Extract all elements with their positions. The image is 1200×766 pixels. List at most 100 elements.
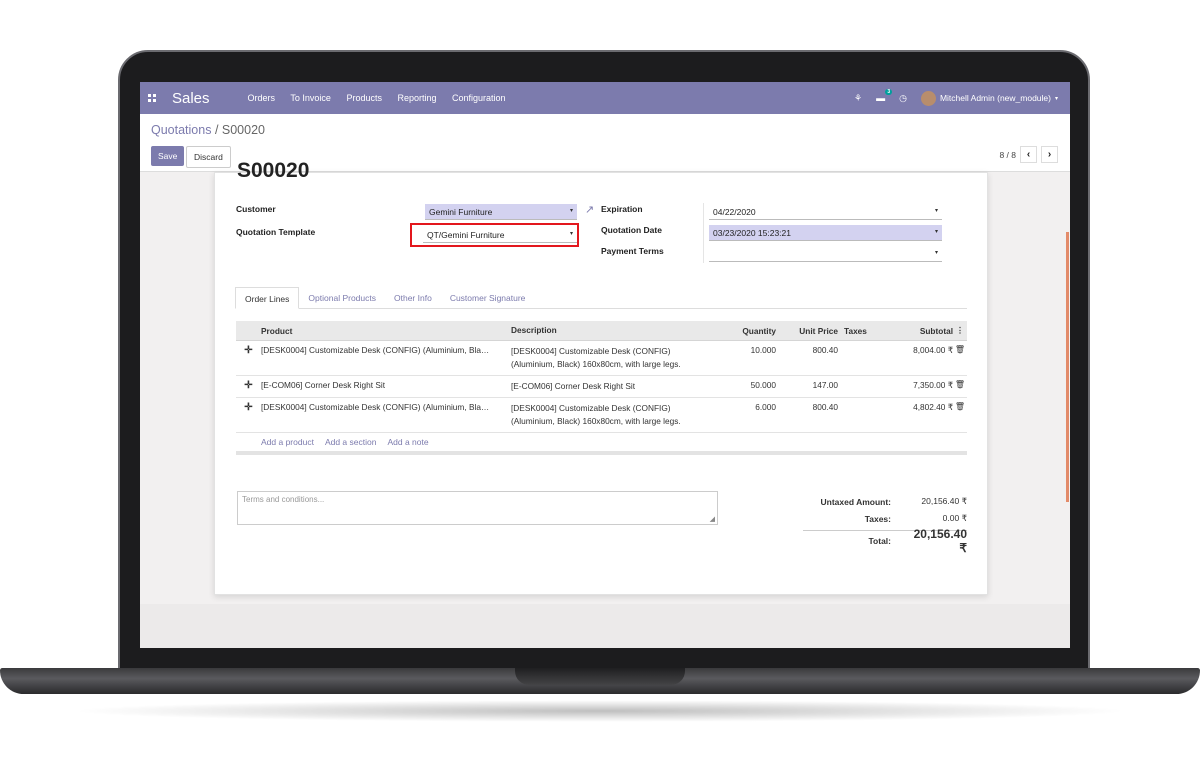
payment-terms-label: Payment Terms [601,246,664,256]
breadcrumb: Quotations / S00020 [151,123,265,137]
laptop-shadow [70,700,1130,722]
row-quantity[interactable]: 50.000 [701,376,776,397]
discard-button[interactable]: Discard [186,146,231,168]
trash-icon[interactable]: 🗑 [953,398,967,432]
main-menu: Orders To Invoice Products Reporting Con… [248,93,519,103]
bug-icon[interactable]: ⚘ [854,93,862,104]
header-product[interactable]: Product [261,326,511,336]
user-name: Mitchell Admin (new_module) [939,93,1051,103]
table-row[interactable]: ✛ [DESK0004] Customizable Desk (CONFIG) … [236,341,967,376]
row-subtotal: 4,802.40 ₹ [913,402,953,412]
untaxed-value: 20,156.40 ₹ [921,496,967,506]
row-taxes[interactable] [838,398,883,432]
quotation-date-field[interactable]: 03/23/2020 15:23:21 ▾ [709,225,942,241]
drag-handle-icon[interactable]: ✛ [236,341,261,375]
external-link-icon[interactable]: ↗ [585,203,594,216]
add-line-row: Add a product Add a section Add a note [236,433,967,455]
template-label: Quotation Template [236,227,316,237]
resize-grip-icon[interactable]: ◢ [710,515,715,523]
table-row[interactable]: ✛ [DESK0004] Customizable Desk (CONFIG) … [236,398,967,433]
user-menu[interactable]: Mitchell Admin (new_module) ▾ [920,90,1058,106]
row-unit-price[interactable]: 800.40 [776,398,838,432]
header-description[interactable]: Description [511,324,701,337]
row-description[interactable]: [DESK0004] Customizable Desk (CONFIG) (A… [511,341,701,375]
caret-down-icon: ▾ [569,208,573,214]
payment-terms-field[interactable]: ▾ [709,246,942,262]
menu-reporting[interactable]: Reporting [397,93,436,103]
expiration-label: Expiration [601,204,643,214]
scrollbar[interactable] [1066,232,1069,502]
header-unit-price[interactable]: Unit Price [776,326,838,336]
taxes-label: Taxes: [864,513,891,524]
app-name[interactable]: Sales [172,90,210,107]
avatar [920,90,936,106]
customer-field[interactable]: Gemini Furniture ▾ [425,204,577,220]
row-subtotal: 8,004.00 ₹ [913,345,953,355]
menu-products[interactable]: Products [346,93,382,103]
row-unit-price[interactable]: 147.00 [776,376,838,397]
chat-count-badge: 3 [885,89,893,95]
order-lines-table: Product Description Quantity Unit Price … [236,321,967,455]
total-row: Total: 20,156.40 ₹ [803,527,967,555]
menu-orders[interactable]: Orders [248,93,276,103]
total-label: Total: [868,536,891,546]
row-unit-price[interactable]: 800.40 [776,341,838,375]
pager: 8 / 8 ‹ › [999,146,1058,163]
chat-icon[interactable]: ▬ 3 [876,89,893,103]
taxes-value: 0.00 ₹ [942,513,967,523]
row-quantity[interactable]: 10.000 [701,341,776,375]
record-title: S00020 [237,159,310,182]
breadcrumb-current: S00020 [221,123,265,137]
row-taxes[interactable] [838,341,883,375]
row-product[interactable]: [DESK0004] Customizable Desk (CONFIG) (A… [261,398,511,432]
row-description[interactable]: [DESK0004] Customizable Desk (CONFIG) (A… [511,398,701,432]
tab-customer-signature[interactable]: Customer Signature [441,287,535,308]
drag-handle-icon[interactable]: ✛ [236,398,261,432]
taxes-row: Taxes: 0.00 ₹ [803,510,967,527]
breadcrumb-quotations[interactable]: Quotations [151,123,211,137]
table-header: Product Description Quantity Unit Price … [236,321,967,341]
header-quantity[interactable]: Quantity [701,326,776,336]
template-field[interactable]: QT/Gemini Furniture ▾ [423,227,577,243]
row-product[interactable]: [E-COM06] Corner Desk Right Sit [261,376,511,397]
tab-order-lines[interactable]: Order Lines [235,287,300,309]
caret-down-icon: ▾ [1054,95,1058,102]
caret-down-icon: ▾ [569,231,573,237]
form-footer-band [140,604,1070,648]
top-navbar: Sales Orders To Invoice Products Reporti… [140,82,1070,114]
form-sheet: S00020 Customer Gemini Furniture ▾ ↗ Quo… [214,159,988,595]
header-taxes[interactable]: Taxes [838,326,883,336]
chevron-left-icon[interactable]: ‹ [1020,146,1037,163]
column-options-icon[interactable]: ⋮ [953,326,967,335]
add-product-link[interactable]: Add a product [261,437,314,447]
trash-icon[interactable]: 🗑 [953,376,967,397]
header-subtotal[interactable]: Subtotal [883,326,953,336]
row-taxes[interactable] [838,376,883,397]
pager-value[interactable]: 8 / 8 [999,150,1016,160]
drag-handle-icon[interactable]: ✛ [236,376,261,397]
apps-grid-icon[interactable] [148,94,156,102]
save-button[interactable]: Save [151,146,185,166]
trash-icon[interactable]: 🗑 [953,341,967,375]
quotation-date-value: 03/23/2020 15:23:21 [713,228,791,238]
menu-to-invoice[interactable]: To Invoice [290,93,331,103]
chevron-right-icon[interactable]: › [1041,146,1058,163]
row-subtotal: 7,350.00 ₹ [913,380,953,390]
tab-optional-products[interactable]: Optional Products [299,287,385,308]
row-quantity[interactable]: 6.000 [701,398,776,432]
add-note-link[interactable]: Add a note [387,437,428,447]
expiration-field[interactable]: 04/22/2020 ▾ [709,204,942,220]
caret-down-icon: ▾ [934,208,938,214]
menu-configuration[interactable]: Configuration [452,93,506,103]
table-row[interactable]: ✛ [E-COM06] Corner Desk Right Sit [E-COM… [236,376,967,398]
expiration-value: 04/22/2020 [713,207,756,217]
tab-other-info[interactable]: Other Info [385,287,441,308]
untaxed-label: Untaxed Amount: [820,496,891,507]
untaxed-row: Untaxed Amount: 20,156.40 ₹ [803,493,967,510]
terms-textarea[interactable]: Terms and conditions... ◢ [237,491,718,525]
row-description[interactable]: [E-COM06] Corner Desk Right Sit [511,376,701,397]
clock-icon[interactable]: ◷ [899,93,907,104]
add-section-link[interactable]: Add a section [325,437,377,447]
row-product[interactable]: [DESK0004] Customizable Desk (CONFIG) (A… [261,341,511,375]
notebook-tabs: Order Lines Optional Products Other Info… [235,287,967,309]
